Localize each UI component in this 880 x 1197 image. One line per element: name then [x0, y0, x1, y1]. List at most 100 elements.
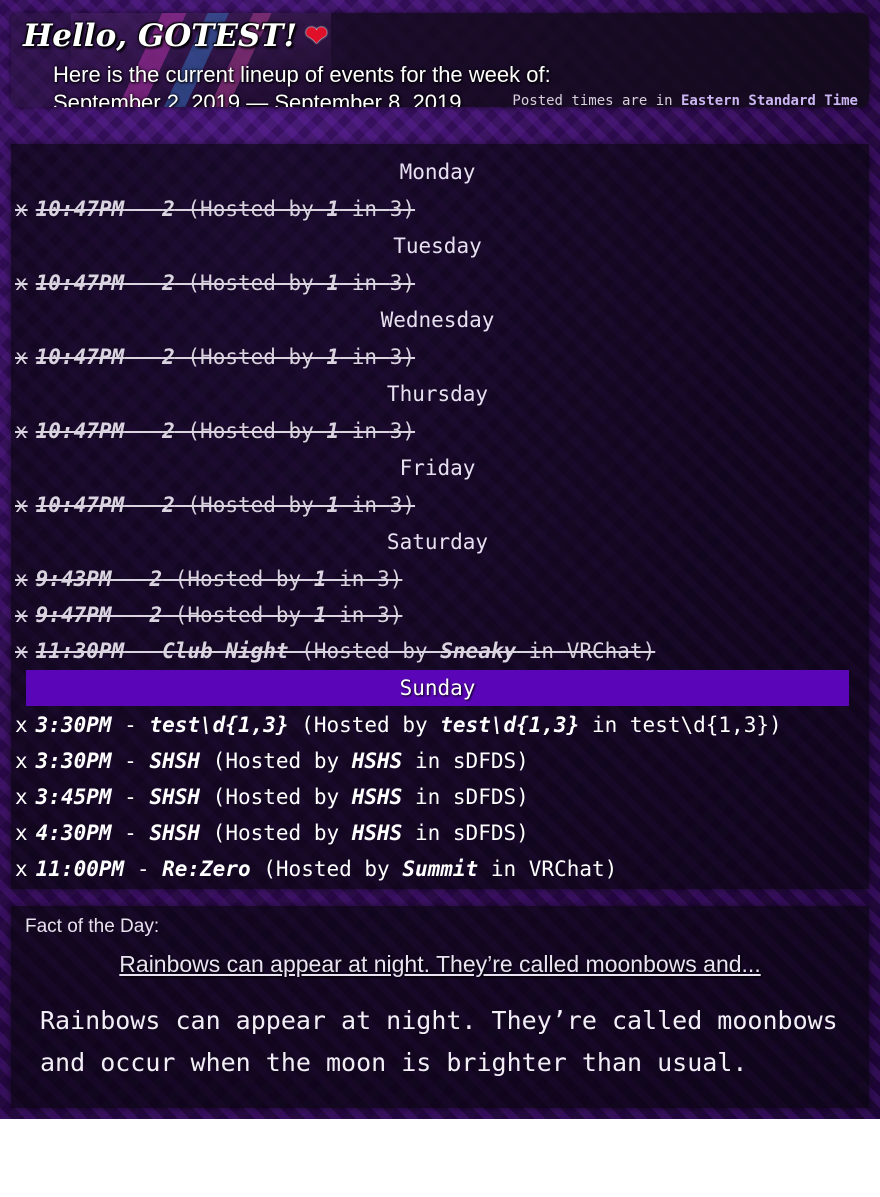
event-hosted-label: (Hosted by: [174, 271, 327, 295]
event-host: Sneaky: [440, 639, 517, 663]
fact-label: Fact of the Day:: [25, 916, 160, 937]
event-hosted-label: (Hosted by: [288, 639, 441, 663]
event-time: 10:47PM: [35, 419, 125, 443]
event-separator: -: [111, 749, 150, 773]
event-row[interactable]: x 9:43PM - 2 (Hosted by 1 in 3): [15, 561, 402, 597]
event-separator: -: [124, 419, 163, 443]
event-time: 3:30PM: [35, 713, 112, 737]
event-name: SHSH: [149, 821, 201, 845]
fact-link[interactable]: Rainbows can appear at night. They’re ca…: [11, 951, 869, 978]
event-host: test\d{1,3}: [440, 713, 580, 737]
event-row[interactable]: x 10:47PM - 2 (Hosted by 1 in 3): [15, 265, 415, 301]
event-row[interactable]: x 10:47PM - 2 (Hosted by 1 in 3): [15, 191, 415, 227]
event-hosted-label: (Hosted by: [162, 603, 314, 627]
event-separator: -: [124, 345, 163, 369]
event-row[interactable]: x 3:30PM - test\d{1,3} (Hosted by test\d{…: [15, 707, 782, 743]
event-time: 3:30PM: [35, 749, 112, 773]
event-name: 2: [162, 345, 175, 369]
event-time: 10:47PM: [35, 345, 125, 369]
event-in-label: in: [339, 493, 390, 517]
event-hosted-label: (Hosted by: [288, 713, 441, 737]
event-location: 3: [389, 345, 403, 369]
event-row[interactable]: x 3:30PM - SHSH (Hosted by HSHS in sDFDS): [15, 743, 529, 779]
event-row[interactable]: x 11:00PM - Re:Zero (Hosted by Summit in …: [15, 851, 617, 887]
event-row[interactable]: x 4:30PM - SHSH (Hosted by HSHS in sDFDS): [15, 815, 529, 851]
event-separator: -: [111, 785, 150, 809]
event-name: 2: [149, 567, 163, 591]
event-name: Club Night: [162, 639, 289, 663]
event-mark: x: [15, 271, 28, 295]
event-in-label: in: [402, 821, 453, 845]
event-name: 2: [162, 493, 175, 517]
event-close: ): [516, 749, 529, 773]
event-close: ): [516, 785, 529, 809]
day-heading-friday: Friday: [399, 456, 476, 480]
event-separator: -: [111, 567, 150, 591]
event-in-label: in: [339, 271, 390, 295]
event-location: 3: [377, 603, 390, 627]
event-separator: -: [111, 821, 150, 845]
event-mark: x: [15, 785, 28, 809]
event-location: sDFDS: [452, 785, 517, 809]
event-row[interactable]: x 10:47PM - 2 (Hosted by 1 in 3): [15, 487, 415, 523]
event-location: test\d{1,3}: [629, 713, 769, 737]
event-location: sDFDS: [452, 821, 517, 845]
event-location: 3: [389, 271, 403, 295]
event-time: 9:47PM: [35, 603, 112, 627]
event-mark: x: [15, 197, 28, 221]
event-host: 1: [326, 197, 340, 221]
event-host: 1: [313, 603, 327, 627]
event-hosted-label: (Hosted by: [250, 857, 403, 881]
event-mark: x: [15, 567, 28, 591]
event-hosted-label: (Hosted by: [174, 419, 327, 443]
event-mark: x: [15, 857, 28, 881]
event-in-label: in: [339, 345, 390, 369]
timezone-name: Eastern Standard Time: [680, 93, 858, 107]
event-name: 2: [149, 603, 163, 627]
greeting-text: Hello, GOTEST!: [23, 18, 298, 54]
event-close: ): [516, 821, 529, 845]
event-location: 3: [389, 197, 403, 221]
day-heading-monday: Monday: [399, 160, 476, 184]
event-separator: -: [111, 603, 150, 627]
event-name: Re:Zero: [162, 857, 251, 881]
event-host: 1: [326, 493, 340, 517]
day-heading-saturday: Saturday: [386, 530, 489, 554]
event-separator: -: [124, 857, 163, 881]
event-close: ): [604, 857, 618, 881]
event-separator: -: [124, 639, 163, 663]
day-heading-sunday: Sunday: [26, 670, 849, 706]
event-row[interactable]: x 9:47PM - 2 (Hosted by 1 in 3): [15, 597, 402, 633]
event-name: 2: [162, 419, 175, 443]
event-in-label: in: [402, 749, 453, 773]
week-range: September 2, 2019 — September 8, 2019.: [53, 90, 468, 107]
heart-icon: ❤: [305, 20, 328, 52]
welcome-header: Hello, GOTEST! ❤ Here is the current lin…: [11, 13, 869, 107]
event-close: ): [389, 567, 403, 591]
event-row[interactable]: x 11:30PM - Club Night (Hosted by Sneaky …: [15, 633, 655, 669]
timezone-note: Posted times are in Eastern Standard Tim…: [512, 93, 858, 107]
event-name: SHSH: [149, 749, 201, 773]
event-mark: x: [15, 603, 28, 627]
greeting: Hello, GOTEST! ❤: [23, 18, 328, 54]
event-close: ): [642, 639, 656, 663]
event-close: ): [389, 603, 403, 627]
event-location: VRChat: [566, 639, 643, 663]
event-time: 11:00PM: [35, 857, 125, 881]
event-name: 2: [162, 197, 175, 221]
timezone-prefix: Posted times are in: [512, 93, 681, 107]
event-hosted-label: (Hosted by: [162, 567, 314, 591]
event-row[interactable]: x 3:45PM - SHSH (Hosted by HSHS in sDFDS): [15, 779, 529, 815]
event-mark: x: [15, 345, 28, 369]
event-location: 3: [377, 567, 390, 591]
event-row[interactable]: x 10:47PM - 2 (Hosted by 1 in 3): [15, 413, 415, 449]
event-separator: -: [124, 197, 163, 221]
event-time: 10:47PM: [35, 271, 125, 295]
event-row[interactable]: x 10:47PM - 2 (Hosted by 1 in 3): [15, 339, 415, 375]
event-mark: x: [15, 821, 28, 845]
event-hosted-label: (Hosted by: [174, 197, 327, 221]
event-mark: x: [15, 713, 28, 737]
event-in-label: in: [326, 603, 378, 627]
event-mark: x: [15, 749, 28, 773]
day-heading-thursday: Thursday: [386, 382, 489, 406]
